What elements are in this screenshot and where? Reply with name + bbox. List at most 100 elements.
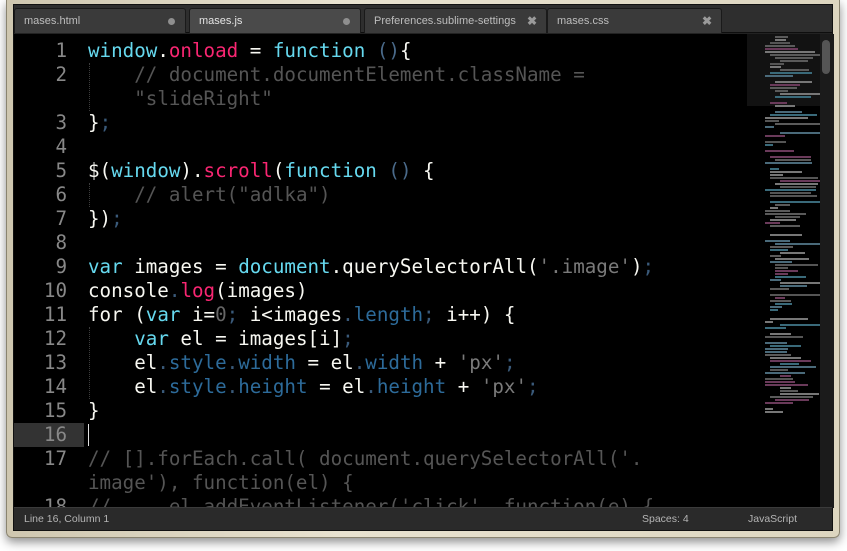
minimap-line: [765, 327, 786, 329]
minimap-line: [770, 249, 788, 251]
minimap-line: [780, 60, 808, 62]
code-line[interactable]: // document.documentElement.className =: [88, 63, 585, 87]
unsaved-dot-icon[interactable]: [343, 17, 350, 25]
code-token: (): [376, 39, 400, 62]
minimap-line: [770, 366, 816, 368]
minimap-line: [770, 192, 811, 194]
tab-mases-css[interactable]: mases.css ✖: [547, 8, 722, 33]
code-token: height: [238, 375, 308, 398]
code-line[interactable]: window.onload = function (){: [88, 39, 412, 63]
minimap-line: [765, 144, 773, 146]
minimap-line: [770, 171, 802, 173]
code-token: .: [342, 303, 354, 326]
tab-mases-js[interactable]: mases.js: [189, 8, 361, 33]
minimap-line: [765, 48, 798, 50]
minimap-line: [770, 279, 781, 281]
tab-label: mases.css: [557, 15, 609, 27]
minimap-line: [765, 336, 803, 338]
tab-mases-html[interactable]: mases.html: [14, 8, 186, 33]
close-icon[interactable]: ✖: [527, 15, 537, 27]
minimap-line: [765, 321, 773, 323]
minimap-line: [765, 411, 783, 413]
code-line[interactable]: $(window).scroll(function () {: [88, 159, 435, 183]
line-number: 7: [55, 207, 67, 230]
code-token: scroll: [203, 159, 273, 182]
minimap-line: [775, 111, 802, 113]
code-area[interactable]: window.onload = function (){ // document…: [88, 34, 747, 508]
minimap-line: [780, 132, 825, 134]
minimap[interactable]: [747, 34, 831, 508]
code-token: ).: [180, 159, 204, 182]
line-number: 17: [43, 447, 67, 470]
syntax-selector[interactable]: JavaScript: [748, 513, 797, 525]
scroll-thumb[interactable]: [822, 40, 830, 74]
line-number-gutter: 1 2 3 4 5 6 7 8 9 10 11 12 13 14 15 16 17 18: [14, 34, 84, 508]
code-token: log: [180, 279, 216, 302]
code-token: ;: [423, 303, 435, 326]
minimap-line: [765, 117, 808, 119]
code-line[interactable]: for (var i=0; i<images.length; i++) {: [88, 303, 515, 327]
code-token: ;: [99, 111, 112, 134]
minimap-line: [780, 390, 798, 392]
indentation-setting[interactable]: Spaces: 4: [642, 513, 689, 525]
minimap-line: [770, 156, 811, 158]
minimap-line: [775, 183, 818, 185]
line-number: 4: [55, 135, 67, 158]
minimap-line: [770, 369, 788, 371]
code-token: 'px': [480, 375, 528, 398]
code-line[interactable]: console.log(images): [88, 279, 308, 303]
code-line[interactable]: image'), function(el) {: [88, 471, 354, 495]
line-number: 13: [43, 351, 67, 374]
code-token: ;: [527, 375, 539, 398]
code-token: // document.documentElement.className =: [134, 63, 585, 86]
minimap-line: [775, 216, 800, 218]
code-token: var: [88, 255, 123, 278]
minimap-line: [775, 267, 788, 269]
minimap-line: [770, 396, 813, 398]
minimap-line: [775, 159, 811, 161]
code-line[interactable]: // alert("adlka"): [88, 183, 330, 207]
code-token: window: [111, 159, 181, 182]
code-token: i<images: [238, 303, 343, 326]
code-token: height: [376, 375, 447, 398]
vertical-scrollbar[interactable]: [820, 34, 834, 508]
code-token: "slideRight": [134, 87, 273, 110]
line-number: 11: [43, 303, 67, 326]
minimap-line: [775, 96, 811, 98]
code-line[interactable]: var images = document.querySelectorAll('…: [88, 255, 654, 279]
close-icon[interactable]: ✖: [702, 15, 712, 27]
tab-preferences-sublime-settings[interactable]: Preferences.sublime-settings ✖: [364, 8, 547, 33]
line-number: 3: [55, 111, 67, 134]
minimap-line: [770, 168, 779, 170]
minimap-line: [770, 255, 781, 257]
code-token: .: [353, 351, 366, 374]
minimap-line: [775, 270, 798, 272]
code-line[interactable]: var el = images[i];: [88, 327, 354, 351]
code-token: ): [630, 255, 643, 278]
code-line[interactable]: // [].forEach.call( document.querySelect…: [88, 447, 643, 471]
code-line[interactable]: });: [88, 207, 123, 231]
code-token: var: [134, 327, 169, 350]
minimap-line: [780, 252, 805, 254]
code-line[interactable]: }: [88, 399, 100, 423]
code-line[interactable]: el.style.width = el.width + 'px';: [88, 351, 516, 375]
line-number: 15: [43, 399, 67, 422]
line-number: 16: [43, 423, 67, 446]
code-token: ;: [503, 351, 516, 374]
code-token: // [].forEach.call( document.querySelect…: [88, 447, 643, 470]
minimap-line: [770, 357, 801, 359]
unsaved-dot-icon[interactable]: [168, 17, 175, 25]
code-line[interactable]: el.style.height = el.height + 'px';: [88, 375, 539, 399]
cursor-position: Line 16, Column 1: [24, 513, 110, 525]
code-line[interactable]: };: [88, 111, 111, 135]
minimap-line: [770, 309, 778, 311]
code-token: i=: [180, 303, 216, 326]
code-editor[interactable]: 1 2 3 4 5 6 7 8 9 10 11 12 13 14 15 16 17 18 window.onloa…: [14, 34, 747, 508]
minimap-line: [780, 186, 816, 188]
minimap-line: [770, 225, 800, 227]
code-line[interactable]: "slideRight": [88, 87, 273, 111]
minimap-line: [765, 45, 795, 47]
code-token: document: [238, 255, 331, 278]
